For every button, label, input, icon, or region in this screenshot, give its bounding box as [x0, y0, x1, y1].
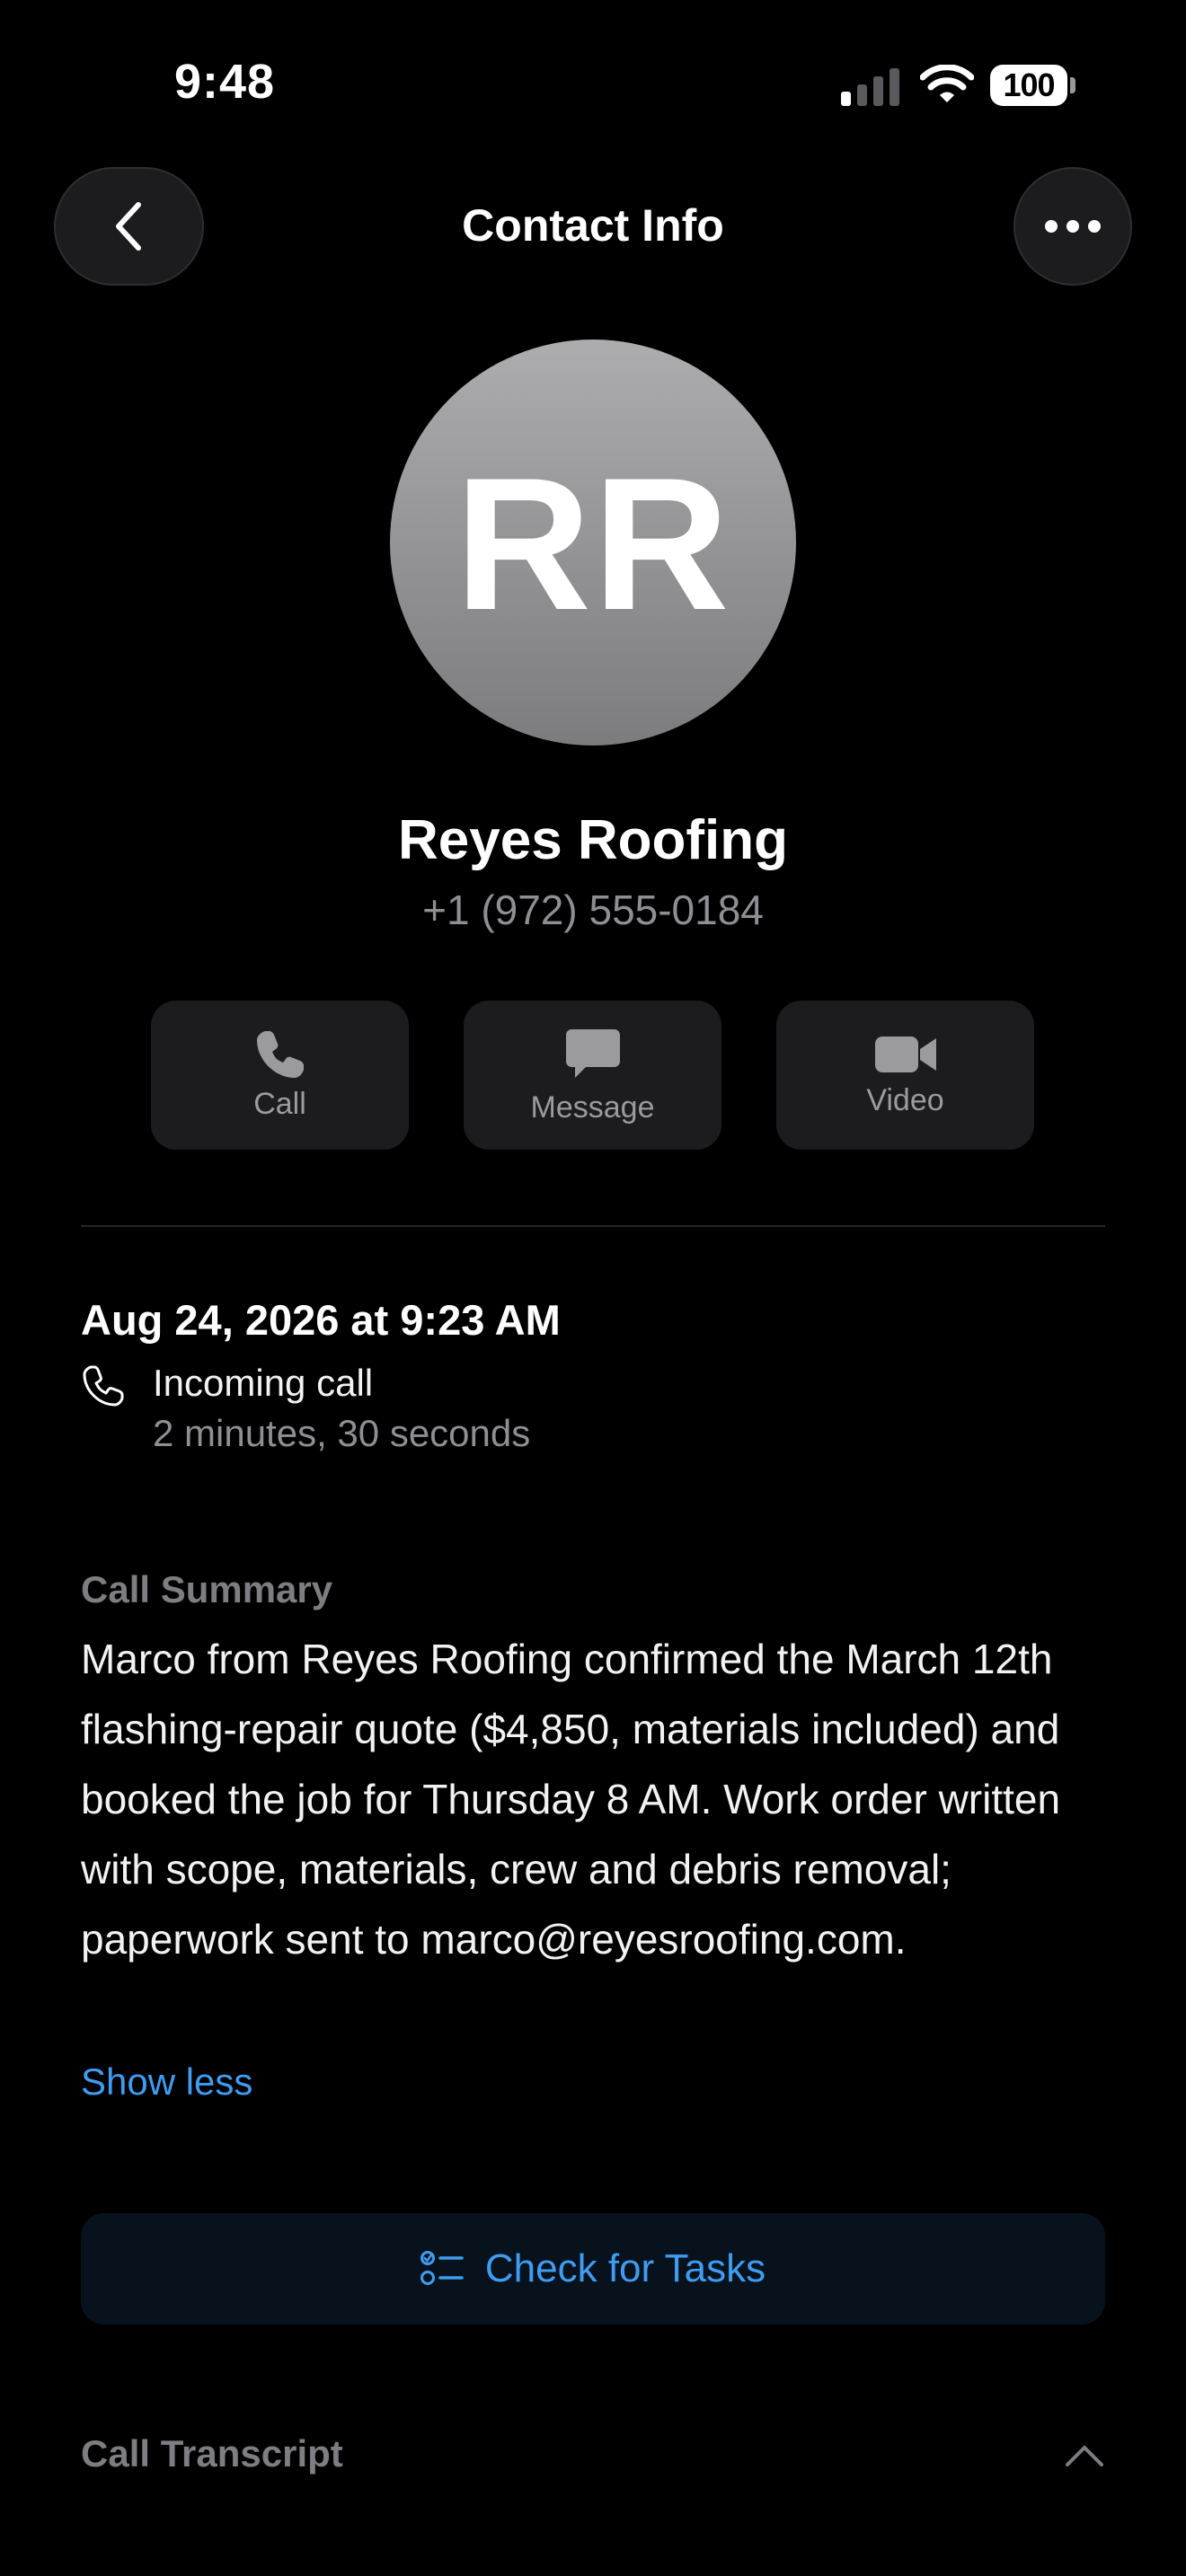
call-duration: 2 minutes, 30 seconds — [153, 1412, 531, 1454]
phone-icon — [256, 1031, 304, 1078]
transcript-heading[interactable]: Call Transcript — [81, 2432, 343, 2475]
avatar-initials: RR — [455, 438, 731, 649]
chevron-up-icon[interactable] — [1064, 2438, 1105, 2474]
call-date: Aug 24, 2026 at 9:23 AM — [81, 1296, 561, 1344]
battery-icon: 100 — [990, 65, 1067, 106]
page-title: Contact Info — [462, 200, 724, 251]
video-label: Video — [866, 1083, 944, 1117]
show-less-link[interactable]: Show less — [81, 2060, 252, 2104]
checklist-icon — [420, 2251, 464, 2285]
call-button[interactable]: Call — [151, 1001, 409, 1150]
summary-text: Marco from Reyes Roofing confirmed the M… — [81, 1636, 1061, 1963]
battery-cap — [1070, 77, 1075, 93]
divider — [81, 1225, 1105, 1227]
battery-level: 100 — [1003, 66, 1055, 103]
back-button[interactable] — [54, 167, 204, 286]
message-button[interactable]: Message — [464, 1001, 721, 1150]
contact-name: Reyes Roofing — [397, 809, 789, 871]
call-label: Call — [253, 1087, 306, 1121]
summary-heading: Call Summary — [81, 1568, 333, 1610]
video-camera-icon — [874, 1037, 936, 1072]
contact-phone: +1 (972) 555-0184 — [422, 887, 764, 933]
ellipsis-icon — [1045, 220, 1101, 233]
message-label: Message — [530, 1090, 655, 1125]
more-options-button[interactable] — [1013, 167, 1132, 286]
status-time: 9:48 — [173, 55, 276, 109]
call-type: Incoming call — [153, 1362, 374, 1404]
phone-outline-icon — [83, 1365, 124, 1407]
chevron-left-icon — [115, 202, 141, 251]
avatar: RR — [390, 340, 796, 745]
cellular-signal-icon — [841, 68, 899, 106]
wifi-icon — [920, 65, 974, 102]
check-for-tasks-label: Check for Tasks — [484, 2246, 766, 2290]
video-button[interactable]: Video — [776, 1001, 1034, 1150]
message-bubble-icon — [565, 1029, 620, 1078]
check-for-tasks-button[interactable]: Check for Tasks — [81, 2213, 1105, 2325]
